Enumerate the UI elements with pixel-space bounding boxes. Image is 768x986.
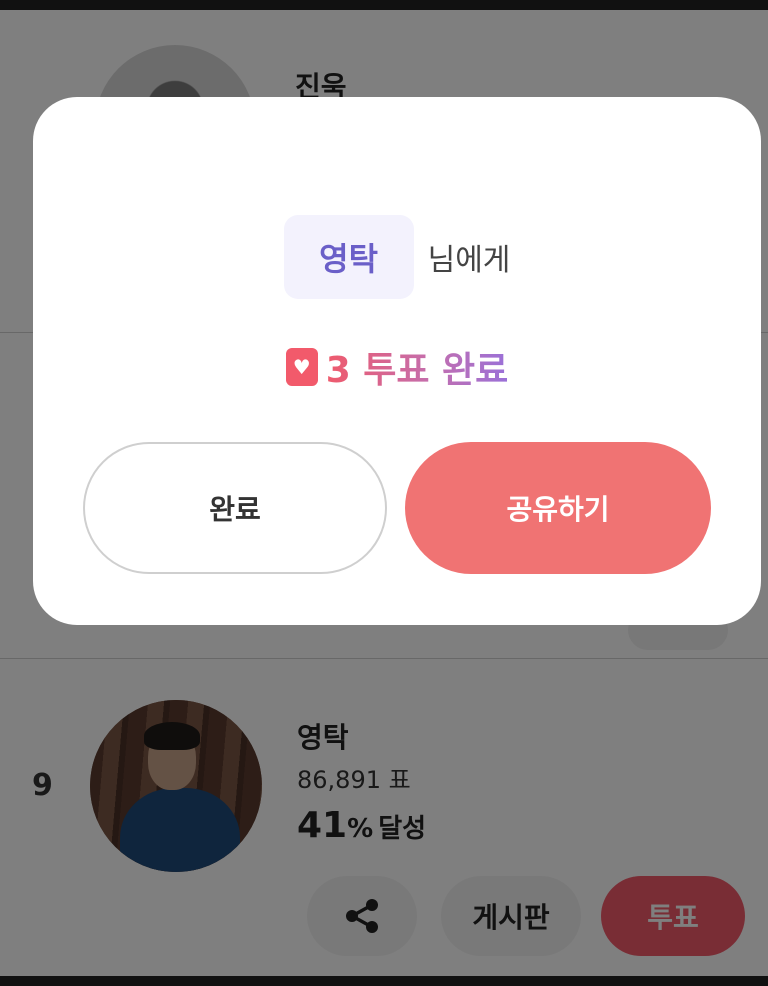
vote-complete-text: 3 투표 완료 bbox=[326, 341, 509, 393]
status-bar bbox=[0, 0, 768, 10]
complete-button[interactable]: 완료 bbox=[83, 442, 387, 574]
share-button[interactable]: 공유하기 bbox=[405, 442, 711, 574]
recipient-name: 영탁 bbox=[283, 215, 414, 299]
vote-complete-dialog: 영탁 님에게 ♥ 3 투표 완료 완료 공유하기 bbox=[33, 97, 761, 625]
recipient-suffix: 님에게 bbox=[427, 243, 511, 278]
vote-complete-message: ♥ 3 투표 완료 bbox=[33, 341, 761, 393]
navigation-bar bbox=[0, 976, 768, 986]
heart-icon: ♥ bbox=[285, 348, 318, 386]
recipient-line: 영탁 님에게 bbox=[33, 215, 761, 299]
